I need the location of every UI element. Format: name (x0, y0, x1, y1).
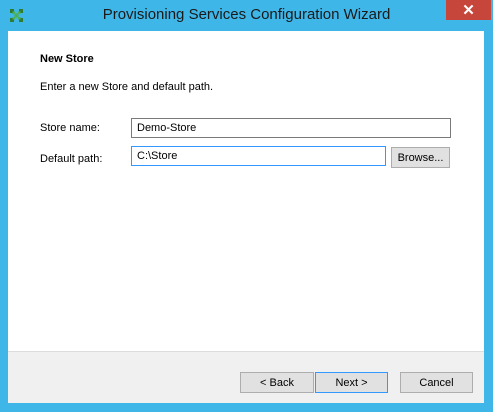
store-name-input[interactable] (131, 118, 451, 138)
close-icon: ✕ (462, 2, 475, 19)
title-bar[interactable]: Provisioning Services Configuration Wiza… (0, 0, 493, 31)
cancel-button[interactable]: Cancel (400, 372, 473, 393)
store-name-label: Store name: (40, 122, 100, 134)
wizard-content: New Store Enter a new Store and default … (8, 31, 484, 403)
back-button[interactable]: < Back (240, 372, 314, 393)
page-title: New Store (40, 53, 94, 65)
default-path-input[interactable] (131, 146, 386, 166)
next-button[interactable]: Next > (315, 372, 388, 393)
page-description: Enter a new Store and default path. (40, 81, 214, 93)
close-button[interactable]: ✕ (446, 0, 491, 20)
default-path-label: Default path: (40, 153, 103, 165)
window-title: Provisioning Services Configuration Wiza… (102, 6, 391, 23)
browse-button[interactable]: Browse... (391, 147, 450, 168)
wizard-window: Provisioning Services Configuration Wiza… (0, 0, 493, 412)
button-bar: < Back Next > Cancel (8, 351, 484, 403)
